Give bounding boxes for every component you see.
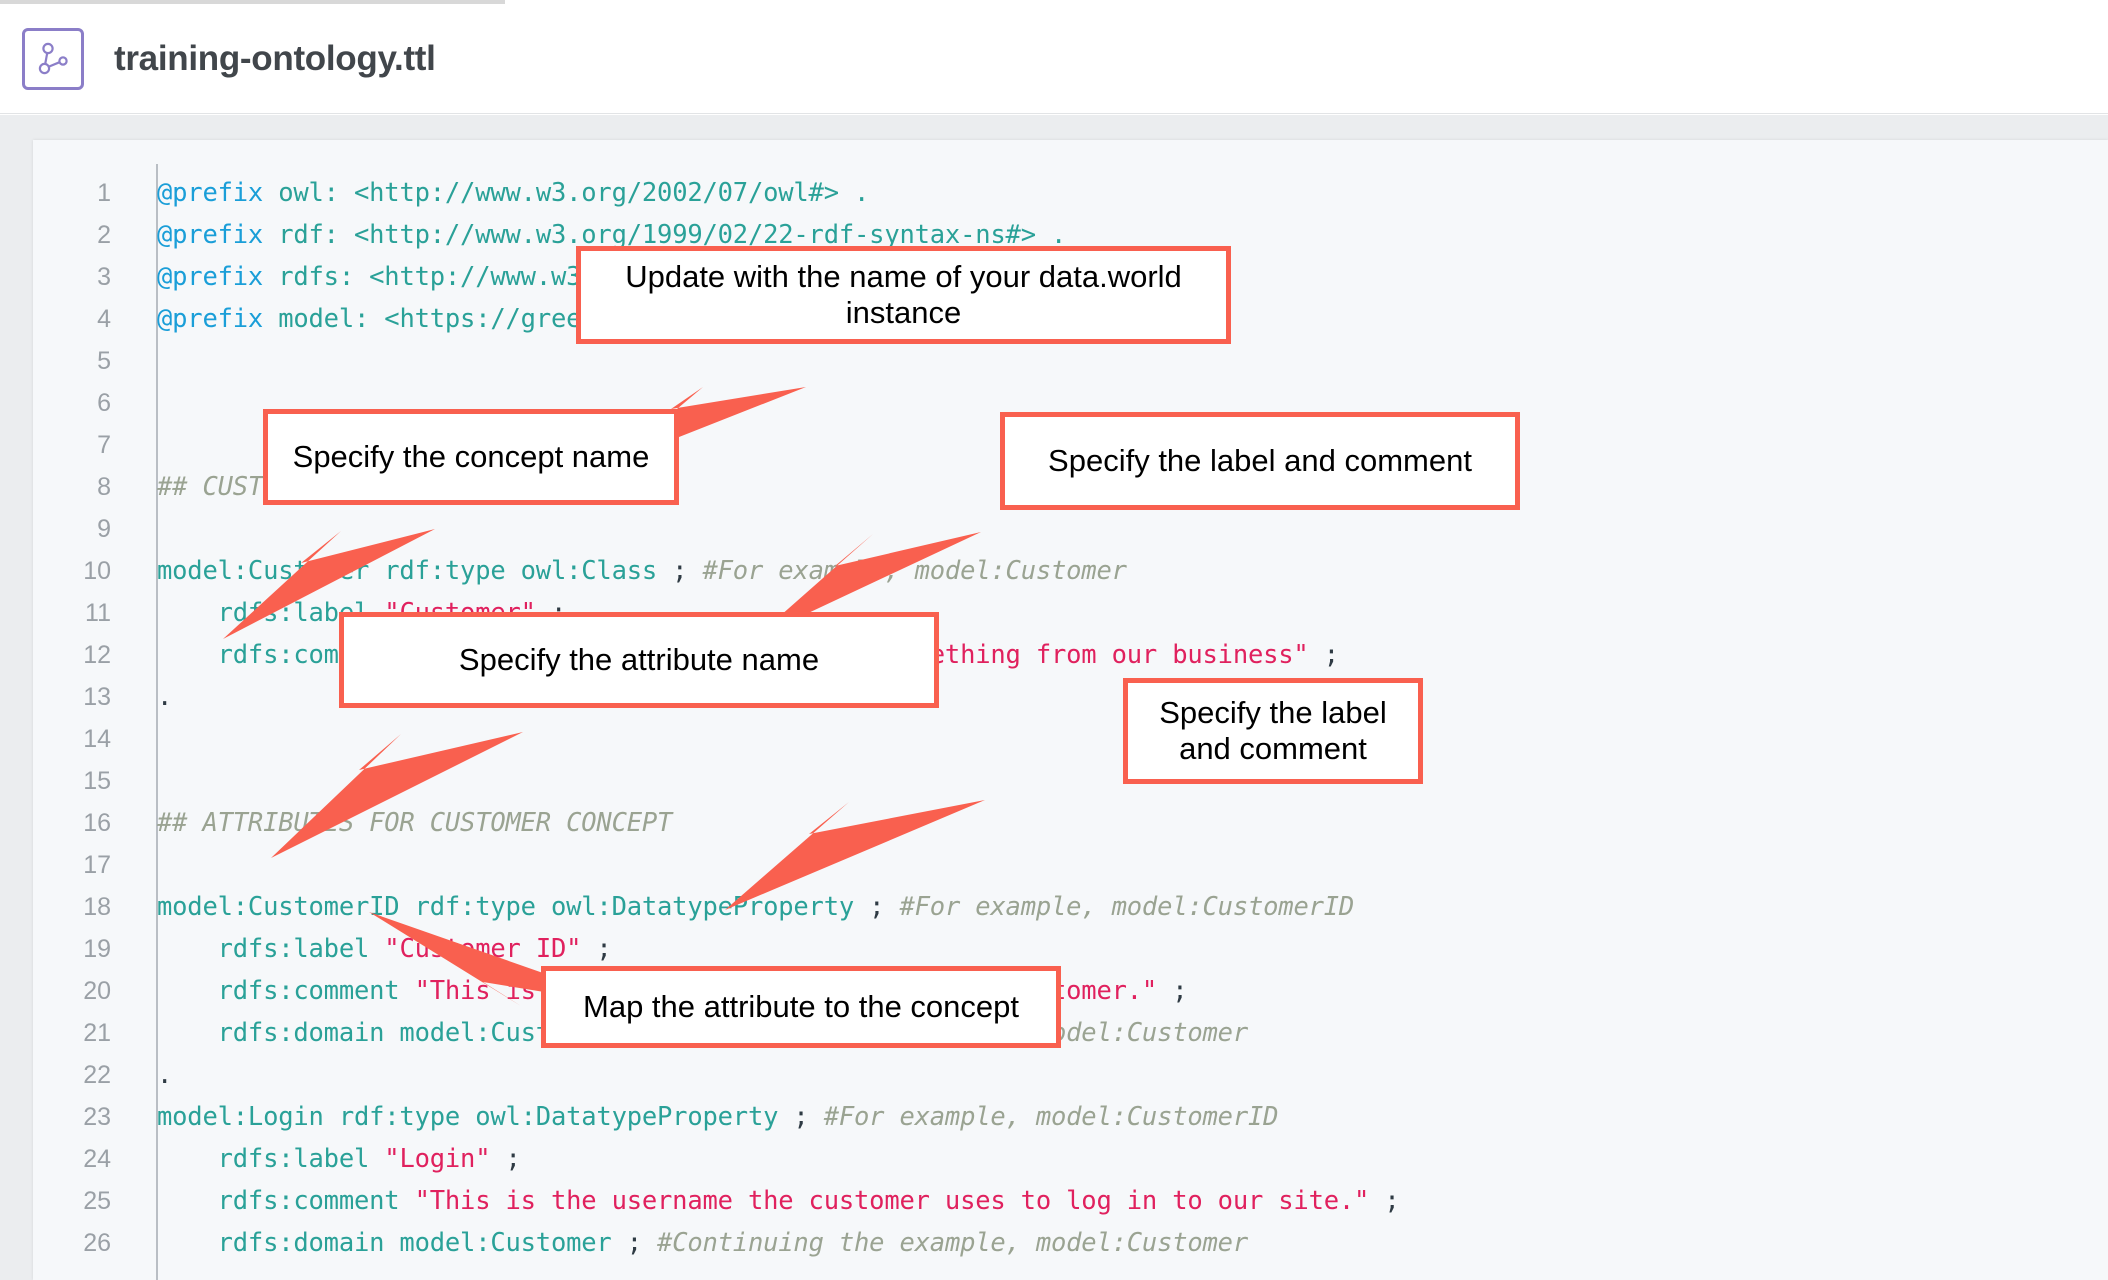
callout-concept-name-text: Specify the concept name — [292, 439, 650, 475]
code-token-punct: . — [157, 682, 173, 712]
line-number: 7 — [97, 431, 111, 459]
code-line: 24 rdfs:label "Login" ; — [33, 1138, 2108, 1180]
callout-concept-name: Specify the concept name — [263, 409, 679, 505]
code-token-name: model:Login rdf:type owl:DatatypePropert… — [157, 1102, 779, 1132]
callout-label-comment-2: Specify the label and comment — [1123, 678, 1423, 784]
code-token-punct: ; — [1308, 640, 1339, 670]
code-line: 23 model:Login rdf:type owl:DatatypePrope… — [33, 1096, 2108, 1138]
code-line-content: rdfs:label "Login" ; — [133, 1138, 521, 1180]
code-line: 1 @prefix owl: <http://www.w3.org/2002/07… — [33, 172, 2108, 214]
code-token-name: rdfs:comment — [157, 1186, 415, 1216]
line-number: 5 — [97, 347, 111, 375]
callout-tail-label-comment-2 — [693, 780, 1013, 930]
code-token-punct: ; — [611, 1228, 658, 1258]
line-number: 25 — [83, 1187, 111, 1215]
line-number: 20 — [83, 977, 111, 1005]
editor-page-body: 1 @prefix owl: <http://www.w3.org/2002/07… — [0, 115, 2108, 1280]
code-line-content: rdfs:domain model:Customer ; #Continuing… — [133, 1222, 1249, 1264]
code-token-directive: @prefix — [157, 178, 264, 208]
callout-instance-name: Update with the name of your data.world … — [576, 246, 1231, 344]
code-line-content: rdfs:comment "This is the username the c… — [133, 1180, 1400, 1222]
callout-attribute-name-text: Specify the attribute name — [458, 642, 820, 678]
line-number: 9 — [97, 515, 111, 543]
line-number: 23 — [83, 1103, 111, 1131]
code-token-uri: owl: <http://www.w3.org/2002/07/owl#> . — [263, 178, 870, 208]
code-line-content: model:Login rdf:type owl:DatatypePropert… — [133, 1096, 1278, 1138]
line-number: 1 — [97, 179, 111, 207]
line-number: 2 — [97, 221, 111, 249]
code-token-punct: ; — [778, 1102, 824, 1132]
code-token-directive: @prefix — [157, 304, 264, 334]
callout-attribute-name: Specify the attribute name — [339, 612, 939, 708]
code-line: 22. — [33, 1054, 2108, 1096]
callout-map-attribute: Map the attribute to the concept — [541, 966, 1061, 1048]
callout-label-comment-2-line1: Specify the label — [1159, 695, 1387, 731]
code-token-directive: @prefix — [157, 262, 264, 292]
code-token-comment: #For example, model:CustomerID — [823, 1102, 1279, 1132]
code-token-punct: ; — [657, 556, 703, 586]
code-line-content: . — [133, 1054, 172, 1096]
line-number: 11 — [85, 599, 111, 627]
line-number: 17 — [83, 851, 111, 879]
code-token-name: rdfs:domain model:Customer — [157, 1228, 612, 1258]
code-line: 26 rdfs:domain model:Customer ; #Continu… — [33, 1222, 2108, 1264]
code-panel[interactable]: 1 @prefix owl: <http://www.w3.org/2002/07… — [33, 140, 2108, 1280]
line-number: 21 — [83, 1019, 111, 1047]
line-number: 24 — [83, 1145, 111, 1173]
callout-instance-name-text: Update with the name of your data.world … — [625, 259, 1182, 330]
code-token-string: "Login" — [384, 1144, 491, 1174]
code-token-punct: ; — [490, 1144, 521, 1174]
page-title: training-ontology.ttl — [114, 38, 436, 78]
code-token-directive: @prefix — [157, 220, 264, 250]
code-line: 25 rdfs:comment "This is the username th… — [33, 1180, 2108, 1222]
code-token-punct: ; — [1369, 1186, 1400, 1216]
code-token-punct: . — [157, 1060, 173, 1090]
callout-label-comment-2-line2: and comment — [1179, 731, 1367, 766]
line-number: 18 — [83, 893, 111, 921]
line-number: 16 — [83, 809, 111, 837]
line-number: 13 — [83, 683, 111, 711]
code-line-content: . — [133, 676, 172, 718]
line-number: 26 — [83, 1229, 111, 1257]
line-number: 12 — [83, 641, 111, 669]
code-token-name: rdfs:label — [157, 1144, 385, 1174]
line-number: 6 — [97, 389, 111, 417]
line-number: 10 — [83, 557, 111, 585]
line-number: 15 — [83, 767, 111, 795]
callout-tail-attribute-name — [233, 710, 553, 870]
line-number: 22 — [83, 1061, 111, 1089]
code-token-comment: #Continuing the example, model:Customer — [657, 1228, 1248, 1258]
code-line: 5 — [33, 340, 2108, 382]
code-token-string: "This is the username the customer uses … — [414, 1186, 1370, 1216]
callout-label-comment-1: Specify the label and comment — [1000, 412, 1520, 510]
callout-map-attribute-text: Map the attribute to the concept — [583, 989, 1019, 1025]
code-line-content: @prefix owl: <http://www.w3.org/2002/07/… — [133, 172, 869, 214]
ontology-graph-icon — [22, 27, 84, 90]
line-number: 8 — [97, 473, 111, 501]
line-number: 19 — [83, 935, 111, 963]
callout-label-comment-1-text: Specify the label and comment — [1048, 443, 1472, 479]
line-number: 3 — [97, 263, 111, 291]
line-number: 4 — [97, 305, 111, 333]
line-number: 14 — [83, 725, 111, 753]
file-header: training-ontology.ttl — [0, 4, 2108, 114]
code-token-punct: ; — [1157, 976, 1188, 1006]
